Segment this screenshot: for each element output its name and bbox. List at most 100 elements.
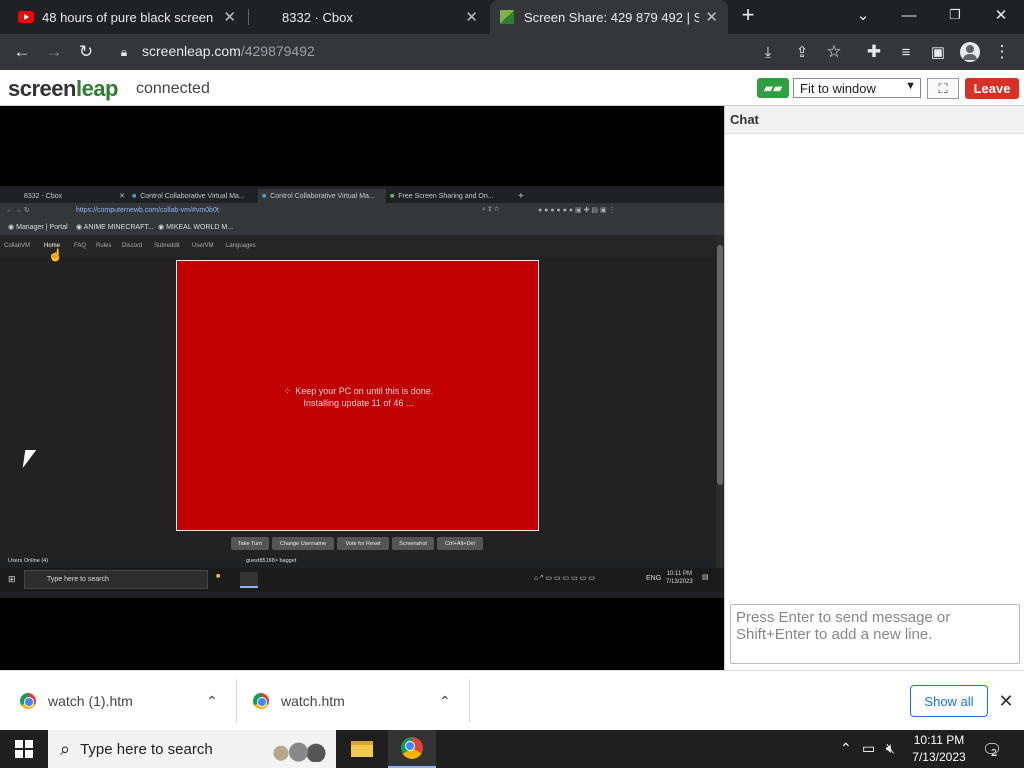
network-icon[interactable]: ▭ [862, 740, 875, 757]
browser-toolbar: ← → ↻ 🔒︎ screenleap.com/429879492 ⤓ ⇪ ☆ … [0, 34, 1024, 70]
update-message: ⁘ Keep your PC on until this is done. Ins… [177, 385, 540, 409]
chrome-icon [401, 737, 423, 759]
menu-kebab-icon[interactable]: ⋮ [990, 40, 1014, 64]
remote-notification-icon: ▤ [702, 574, 709, 581]
profile-avatar-icon[interactable] [958, 40, 982, 64]
remote-nav-item: FAQ [74, 243, 87, 249]
screenleap-icon [500, 10, 514, 24]
download-separator [236, 679, 237, 723]
remote-bookmarks-bar: ◉ Manager | Portal ◉ ANIME MINECRAFT... … [0, 219, 724, 235]
close-icon[interactable]: ✕ [223, 8, 236, 26]
update-line-2: Installing update 11 of 46 ... [303, 398, 414, 408]
chrome-taskbar-icon[interactable] [388, 730, 436, 768]
reload-icon[interactable]: ↻ [74, 40, 98, 64]
vm-update-screen: ⁘ Keep your PC on until this is done. Ins… [176, 260, 539, 531]
close-icon[interactable]: ✕ [996, 689, 1016, 713]
address-bar[interactable]: screenleap.com/429879492 [142, 43, 315, 59]
remote-screenshot-button: Screenshot [392, 537, 434, 550]
remote-user-name: guest85168> bagget [246, 558, 297, 564]
tab-title: Screen Share: 429 879 492 | Screenleap [524, 9, 700, 25]
windows-start-icon[interactable] [0, 730, 48, 768]
back-arrow-icon[interactable]: ← [10, 40, 34, 64]
notification-icon[interactable]: 🗨︎ 2 [982, 740, 1002, 760]
remote-windows-icon: ⊞ [8, 574, 16, 584]
tab-screenleap[interactable]: Screen Share: 429 879 492 | Screenleap ✕ [490, 0, 728, 34]
remote-toolbar: ← → ↻ https://computernewb.com/collab-vm… [0, 203, 724, 219]
remote-scrollbar [716, 235, 724, 568]
remote-vm-buttons: Take Turn Change Username Vote for Reset… [0, 537, 716, 551]
taskbar-search-box[interactable]: ⌕ Type here to search [48, 730, 336, 768]
remote-tab-title: Free Screen Sharing and On... [398, 192, 494, 200]
remote-chrome-icon [240, 572, 258, 588]
fit-mode-select[interactable]: Fit to window ▼ [793, 78, 921, 98]
remote-bookmark: ANIME MINECRAFT... [83, 224, 154, 231]
bookmark-star-icon[interactable]: ☆ [822, 40, 846, 64]
fullscreen-icon: ⛶ [938, 80, 948, 96]
search-highlight-image [260, 740, 330, 762]
remote-nav-item: Languages [226, 243, 256, 249]
chevron-up-icon[interactable]: ⌃ [439, 693, 451, 710]
remote-tab: ■ Control Collaborative Virtual Ma... [132, 192, 245, 200]
tab-title: 8332 · Cbox [282, 9, 353, 25]
extensions-puzzle-icon[interactable]: ✚ [862, 40, 886, 64]
close-icon[interactable]: ✕ [705, 8, 718, 26]
connection-status: connected [136, 80, 210, 97]
side-panel-icon[interactable]: ▣ [926, 40, 950, 64]
logo-text-b: leap [75, 76, 119, 101]
remote-bookmark: Manager | Portal [16, 224, 68, 231]
search-icon: ⌕ [60, 738, 71, 759]
remote-folder-icon: ■ [216, 573, 221, 580]
remote-search-text: Type here to search [47, 576, 109, 583]
forward-arrow-icon[interactable]: → [42, 40, 66, 64]
notification-count: 2 [991, 748, 997, 759]
share-icon[interactable]: ⇪ [790, 40, 814, 64]
close-icon[interactable]: ✕ [465, 8, 478, 26]
chat-title: Chat [725, 106, 1024, 134]
fit-mode-value: Fit to window [800, 80, 876, 96]
remote-time: 10:11 PM [666, 571, 692, 577]
screenleap-logo: screenleap [8, 76, 118, 102]
chevron-up-icon[interactable]: ⌃ [206, 693, 218, 710]
remote-taskbar: ⊞ Type here to search ■ ⌂ ^ ▭ ▭ ▭ ▭ ▭ ▭ … [0, 568, 724, 592]
volume-muted-icon[interactable]: 🔇︎ [886, 740, 895, 757]
tray-chevron-up-icon[interactable]: ⌃ [840, 740, 852, 757]
chat-toggle-button[interactable]: ▰▰ [757, 78, 789, 98]
reading-list-icon[interactable]: ≡ [894, 40, 918, 64]
windows-taskbar: ⌕ Type here to search ⌃ ▭ 🔇︎ 10:11 PM 7/1… [0, 730, 1024, 768]
clock-date: 7/13/2023 [912, 750, 966, 764]
remote-tab: 8332 - Cbox ✕ [4, 189, 128, 203]
remote-nav-item: CollabVM [4, 243, 31, 249]
new-tab-plus-icon[interactable]: + [734, 0, 762, 30]
fullscreen-button[interactable]: ⛶ [927, 78, 959, 99]
chrome-icon [20, 693, 36, 709]
tab-cbox[interactable]: 8332 · Cbox ✕ [250, 0, 488, 34]
file-explorer-icon[interactable] [338, 730, 386, 768]
remote-users-online: Users Online (4) [8, 558, 49, 564]
spinner-icon: ⁘ [283, 386, 292, 396]
remote-lang: ENG [646, 575, 662, 582]
remote-change-username-button: Change Username [272, 537, 334, 550]
download-item[interactable]: watch.htm ⌃ [253, 671, 463, 731]
remote-tab-title: 8332 - Cbox [24, 192, 63, 200]
remote-nav-item: Discord [122, 243, 143, 249]
download-item[interactable]: watch (1).htm ⌃ [20, 671, 230, 731]
install-icon[interactable]: ⤓ [756, 40, 780, 64]
remote-url: https://computernewb.com/collab-vm/#vm0b… [76, 207, 219, 214]
download-separator [469, 679, 470, 723]
chat-panel: Chat Press Enter to send message or Shif… [724, 106, 1024, 670]
download-filename: watch.htm [281, 693, 345, 709]
show-all-button[interactable]: Show all [910, 685, 988, 717]
lock-icon[interactable]: 🔒︎ [112, 40, 136, 64]
logo-text-a: screen [8, 76, 76, 101]
remote-nav-item: Subreddit [154, 243, 180, 249]
youtube-icon [18, 11, 34, 23]
chat-message-input[interactable]: Press Enter to send message or Shift+Ent… [730, 604, 1020, 664]
restore-icon[interactable]: ❐ [932, 0, 978, 30]
window-close-icon[interactable]: ✕ [978, 0, 1024, 30]
taskbar-clock[interactable]: 10:11 PM 7/13/2023 [908, 732, 970, 766]
shared-screen-viewer[interactable]: 8332 - Cbox ✕ ■ Control Collaborative Virt… [0, 106, 724, 670]
tab-search-chevron-icon[interactable]: ⌄ [840, 0, 886, 30]
tab-youtube[interactable]: 48 hours of pure black screen in HD ✕ [8, 0, 246, 34]
minimize-icon[interactable]: — [886, 0, 932, 30]
leave-button[interactable]: Leave [965, 78, 1019, 99]
